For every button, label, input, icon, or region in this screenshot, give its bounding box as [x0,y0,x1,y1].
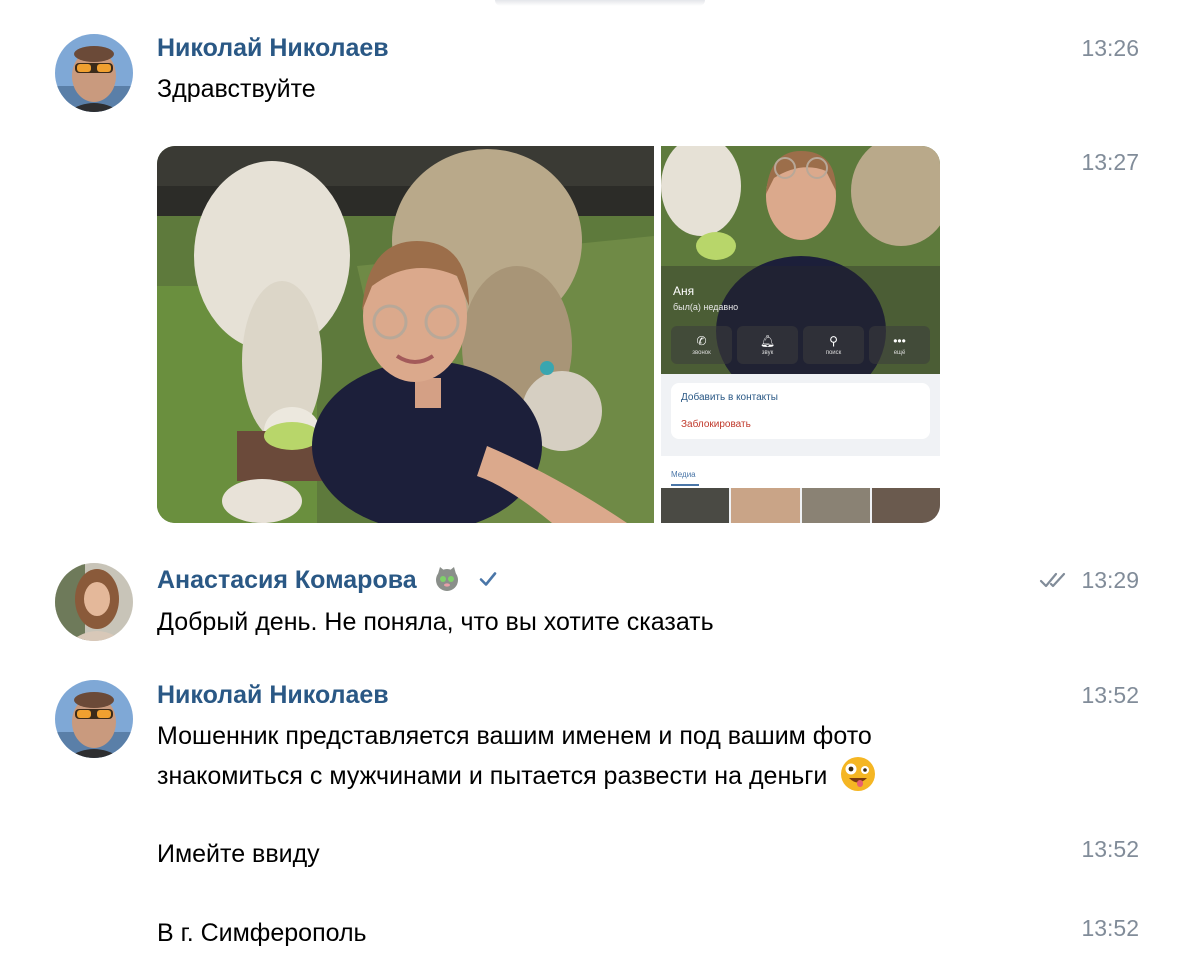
screenshot-contact-card: Добавить в контакты Заблокировать [671,383,930,439]
screenshot-profile-status: был(а) недавно [673,302,739,312]
message-time-row: 13:29 [1039,565,1139,595]
media-thumb [731,488,800,523]
screenshot-media-tab: Медиа [671,470,696,479]
photo-attachment[interactable]: Аня был(а) недавно ✆ звонок 🔔︎ звук ⚲ по… [157,146,940,523]
avatar-nikolai[interactable] [55,680,133,758]
screenshot-media-tabbar: Медиа [661,456,940,488]
screenshot-action-label: звук [761,350,774,356]
message-author[interactable]: Анастасия Комарова [157,566,417,594]
screenshot-action-label: звонок [692,350,711,356]
scroll-hint [495,0,705,6]
message-time: 13:52 [1081,682,1139,708]
message-time: 13:27 [1081,149,1139,175]
message-text: Здравствуйте [157,75,316,103]
read-checkmarks-icon [1039,572,1066,588]
profile-screenshot[interactable]: Аня был(а) недавно ✆ звонок 🔔︎ звук ⚲ по… [661,146,940,523]
avatar-anastasia-image [55,563,133,641]
photo-selfie-alpacas[interactable] [157,146,654,523]
media-thumb [801,488,870,523]
message-text: Добрый день. Не поняла, что вы хотите ск… [157,608,714,636]
message-text-line-row: знакомиться с мужчинами и пытается разве… [157,756,876,795]
message-text-line: Мошенник представляется вашим именем и п… [157,722,872,750]
screenshot-actions: ✆ звонок 🔔︎ звук ⚲ поиск ••• ещё [671,326,930,364]
verified-icon [479,572,496,586]
bell-icon: 🔔︎ [759,334,776,348]
message-text: Имейте ввиду [157,840,320,868]
phone-icon: ✆ [696,334,707,348]
crazy-face-emoji-icon [841,757,876,791]
message-author[interactable]: Николай Николаев [157,33,389,63]
message-author[interactable]: Николай Николаев [157,680,389,710]
media-thumb [661,488,730,523]
screenshot-action-call: ✆ звонок [671,326,732,364]
screenshot-media-underline [671,484,699,486]
message-author-row: Анастасия Комарова [157,565,499,595]
avatar-anastasia[interactable] [55,563,133,641]
screenshot-block: Заблокировать [681,419,751,430]
screenshot-media-thumbnails [661,488,940,523]
message-time: 13:29 [1081,567,1139,593]
more-icon: ••• [893,334,906,348]
avatar-nikolai-image [55,34,133,112]
screenshot-action-search: ⚲ поиск [803,326,864,364]
message-time: 13:52 [1081,915,1139,941]
message-time: 13:52 [1081,836,1139,862]
avatar-nikolai-image [55,680,133,758]
screenshot-action-label: поиск [825,350,842,356]
screenshot-action-label: ещё [893,350,906,356]
message-text: В г. Симферополь [157,919,367,947]
screenshot-add-contact: Добавить в контакты [681,392,778,403]
search-icon: ⚲ [829,334,838,348]
screenshot-action-more: ••• ещё [869,326,930,364]
screenshot-profile-name: Аня [673,284,695,298]
avatar-nikolai[interactable] [55,34,133,112]
message-text-line: знакомиться с мужчинами и пытается разве… [157,762,828,790]
photo-selfie-image [157,146,654,523]
media-thumb [871,488,940,523]
cat-sticker-icon[interactable] [434,566,460,592]
screenshot-action-sound: 🔔︎ звук [737,326,798,364]
message-time: 13:26 [1081,35,1139,61]
